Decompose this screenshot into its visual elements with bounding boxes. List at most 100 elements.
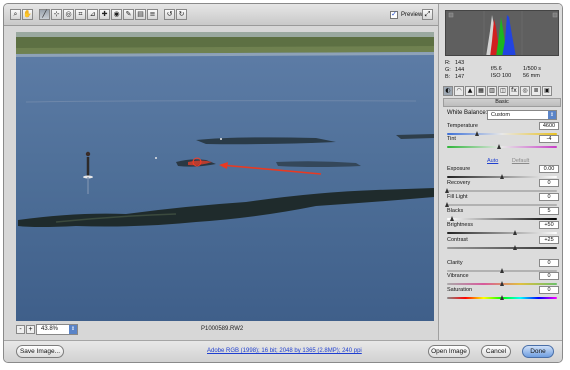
blacks-thumb[interactable] (450, 216, 454, 221)
tint-value-field[interactable]: -4 (539, 135, 559, 143)
fill-light-thumb[interactable] (444, 202, 449, 207)
fill-light-track[interactable] (447, 204, 557, 206)
vibrance-value-field[interactable]: 0 (539, 272, 559, 280)
detail-icon[interactable]: ▲ (465, 86, 475, 96)
target-adjust-icon: ◎ (65, 10, 72, 18)
blacks-value-field[interactable]: 5 (539, 207, 559, 215)
spot-removal-tool[interactable]: ✚ (99, 9, 110, 20)
image-preview[interactable] (16, 32, 434, 321)
photo-render (16, 32, 434, 321)
targeted-adjustment-tool[interactable]: ◎ (63, 9, 74, 20)
adjustment-brush-tool[interactable]: ✎ (123, 9, 134, 20)
straighten-icon: ⊿ (89, 10, 96, 18)
blacks-track[interactable] (447, 218, 557, 220)
contrast-track[interactable] (447, 247, 557, 249)
zoom-out-button[interactable]: - (16, 325, 25, 334)
crop-icon: ⌗ (78, 10, 83, 18)
g-value: 144 (455, 67, 465, 73)
workflow-options-link[interactable]: Adobe RGB (1998); 16 bit; 2048 by 1365 (… (207, 348, 362, 354)
graduated-filter-tool[interactable]: ▤ (135, 9, 146, 20)
done-button[interactable]: Done (522, 345, 554, 358)
color-sampler-icon: ⊹ (53, 10, 60, 18)
saturation-slider[interactable]: Saturation 0 (447, 286, 559, 302)
saturation-thumb[interactable] (499, 295, 504, 300)
zoom-tool[interactable]: ⌕ (10, 9, 21, 20)
iso-value: ISO 100 (491, 73, 512, 79)
exif-info: f/5.6 1/500 s ISO 100 56 mm (491, 60, 559, 80)
tone-curve-icon[interactable]: ◠ (454, 86, 464, 96)
save-image-button[interactable]: Save Image... (16, 345, 64, 358)
lens-icon[interactable]: ◫ (498, 86, 508, 96)
contrast-value-field[interactable]: +25 (539, 236, 559, 244)
recovery-value-field[interactable]: 0 (539, 179, 559, 187)
temperature-label: Temperature (447, 123, 478, 129)
contrast-label: Contrast (447, 237, 468, 243)
white-balance-tool[interactable]: ╱ (39, 9, 50, 20)
preferences-tool[interactable]: ≡ (147, 9, 158, 20)
rotate-right-icon: ↻ (178, 10, 185, 18)
histogram (445, 10, 559, 56)
cancel-button[interactable]: Cancel (481, 345, 511, 358)
fill-light-value-field[interactable]: 0 (539, 193, 559, 201)
white-balance-select[interactable]: Custom ⇕ (487, 110, 557, 120)
spot-removal-icon: ✚ (101, 10, 108, 18)
presets-icon[interactable]: ≣ (531, 86, 541, 96)
camera-raw-window: ⌕ ✋ ╱ ⊹ ◎ ⌗ ⊿ ✚ ◉ ✎ ▤ ≡ ↺ ↻ ✓ Preview ⤢ (3, 3, 563, 363)
zoom-level-value: 43.8% (41, 326, 59, 332)
panel-title: Basic (443, 98, 561, 107)
saturation-value-field[interactable]: 0 (539, 286, 559, 294)
preferences-icon: ≡ (149, 10, 156, 18)
zoom-in-button[interactable]: + (26, 325, 35, 334)
white-balance-row: White Balance: Custom ⇕ (447, 110, 559, 120)
clarity-label: Clarity (447, 260, 463, 266)
brightness-thumb[interactable] (512, 230, 517, 235)
brightness-track[interactable] (447, 232, 557, 234)
tool-group: ⌕ ✋ ╱ ⊹ ◎ ⌗ ⊿ ✚ ◉ ✎ ▤ ≡ ↺ ↻ (10, 9, 187, 20)
hsl-icon[interactable]: ▦ (476, 86, 486, 96)
temperature-value-field[interactable]: 4600 (539, 122, 559, 130)
color-sampler-tool[interactable]: ⊹ (51, 9, 62, 20)
clarity-value-field[interactable]: 0 (539, 259, 559, 267)
basic-icon[interactable]: ◐ (443, 86, 453, 96)
crop-tool[interactable]: ⌗ (75, 9, 86, 20)
brush-icon: ✎ (125, 10, 132, 18)
recovery-thumb[interactable] (444, 188, 449, 193)
split-tone-icon[interactable]: ▥ (487, 86, 497, 96)
brightness-value-field[interactable]: +50 (539, 221, 559, 229)
contrast-thumb[interactable] (512, 245, 517, 250)
tint-track[interactable] (447, 146, 557, 148)
fullscreen-icon[interactable]: ⤢ (422, 9, 433, 20)
preview-toggle[interactable]: ✓ Preview (390, 11, 422, 19)
recovery-track[interactable] (447, 190, 557, 192)
open-image-button[interactable]: Open Image (428, 345, 470, 358)
exposure-thumb[interactable] (499, 174, 504, 179)
camera-calibration-icon[interactable]: ◎ (520, 86, 530, 96)
zoom-level-select[interactable]: 43.8% ⇕ (36, 324, 78, 335)
zoom-bar: - + 43.8% ⇕ P1000589.RW2 (16, 324, 434, 336)
hand-tool[interactable]: ✋ (22, 9, 33, 20)
rotate-ccw-tool[interactable]: ↺ (164, 9, 175, 20)
histogram-graph (448, 11, 558, 55)
vibrance-label: Vibrance (447, 273, 469, 279)
preview-label: Preview (401, 12, 423, 18)
rotate-cw-tool[interactable]: ↻ (176, 9, 187, 20)
default-link[interactable]: Default (512, 158, 529, 164)
vibrance-thumb[interactable] (499, 281, 504, 286)
rotate-left-icon: ↺ (166, 10, 173, 18)
snapshots-icon[interactable]: ▣ (542, 86, 552, 96)
preview-checkbox[interactable]: ✓ (390, 11, 398, 19)
exposure-value-field[interactable]: 0.00 (539, 165, 559, 173)
white-balance-value: Custom (491, 112, 510, 118)
brightness-slider[interactable]: Brightness +50 (447, 221, 559, 237)
auto-link[interactable]: Auto (487, 158, 498, 164)
tint-slider[interactable]: Tint -4 (447, 135, 559, 151)
red-eye-tool[interactable]: ◉ (111, 9, 122, 20)
exposure-label: Exposure (447, 166, 471, 172)
contrast-slider[interactable]: Contrast +25 (447, 236, 559, 252)
blacks-label: Blacks (447, 208, 464, 214)
effects-icon[interactable]: fx (509, 86, 519, 96)
tint-thumb[interactable] (497, 144, 502, 149)
straighten-tool[interactable]: ⊿ (87, 9, 98, 20)
